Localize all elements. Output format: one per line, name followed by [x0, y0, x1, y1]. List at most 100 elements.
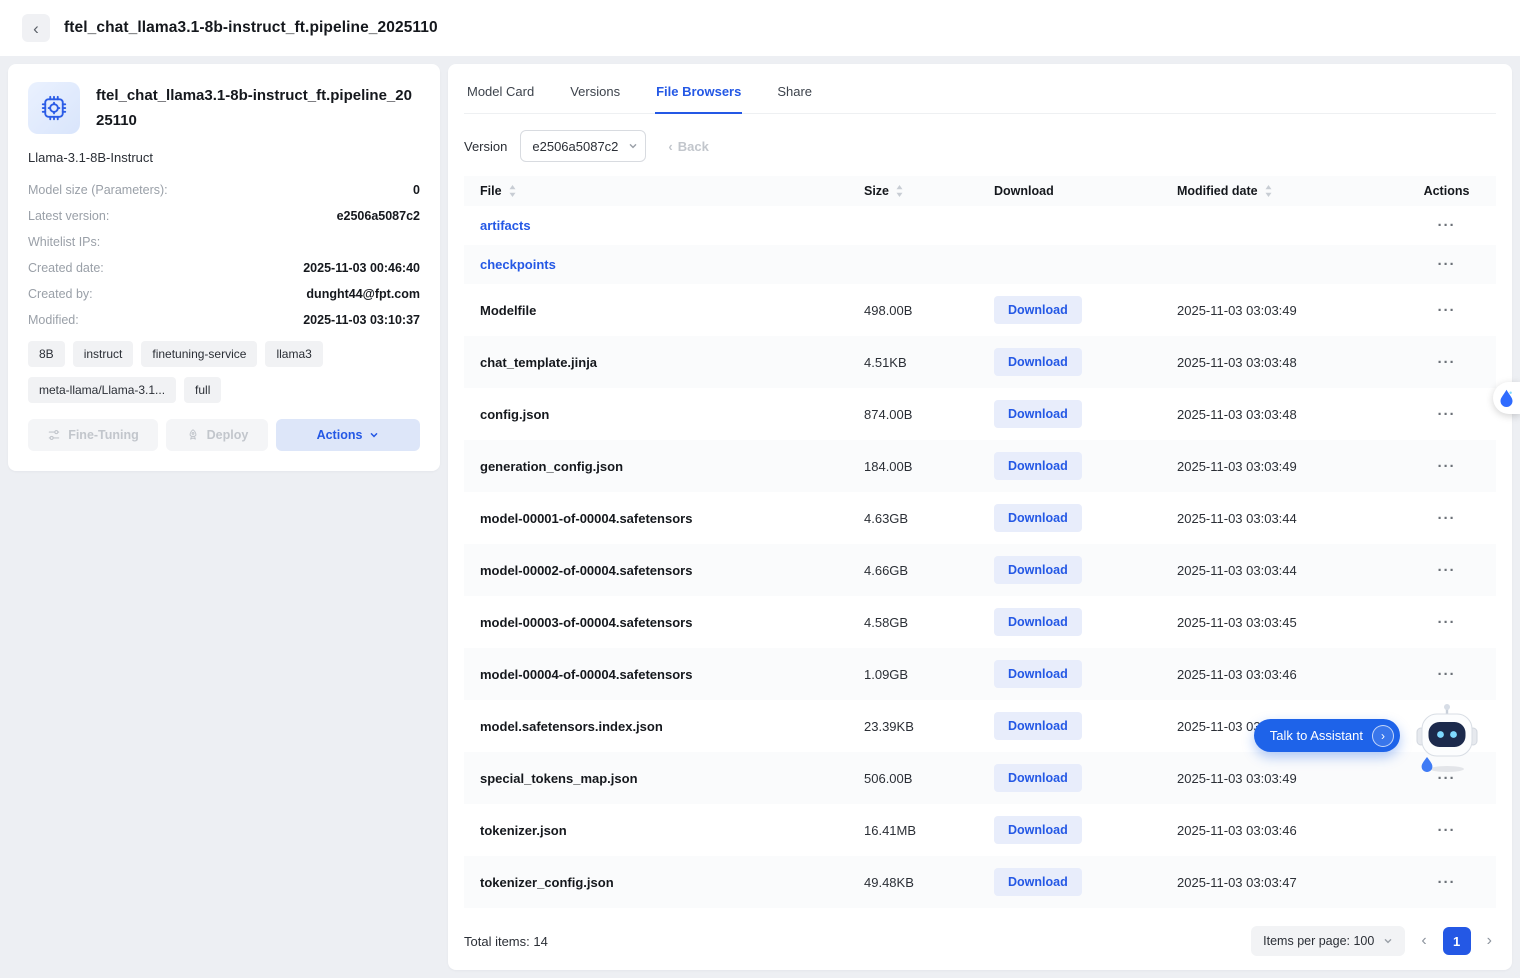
download-button[interactable]: Download [994, 348, 1082, 376]
column-header-modified-date[interactable]: Modified date [1161, 176, 1397, 206]
download-cell: Download [978, 752, 1161, 804]
column-header-size[interactable]: Size [848, 176, 978, 206]
download-cell [978, 206, 1161, 245]
version-select[interactable]: e2506a5087c2 [520, 130, 646, 162]
model-summary-card: ftel_chat_llama3.1-8b-instruct_ft.pipeli… [8, 64, 440, 471]
fine-tuning-button[interactable]: Fine-Tuning [28, 419, 158, 451]
download-button[interactable]: Download [994, 556, 1082, 584]
file-name: model-00004-of-00004.safetensors [480, 667, 692, 682]
file-table-head: FileSizeDownloadModified dateActions [464, 176, 1496, 206]
download-button[interactable]: Download [994, 296, 1082, 324]
download-cell: Download [978, 440, 1161, 492]
file-name: model.safetensors.index.json [480, 719, 663, 734]
tab-share[interactable]: Share [776, 82, 813, 113]
row-actions-button[interactable]: ··· [1438, 307, 1456, 315]
tab-model-card[interactable]: Model Card [466, 82, 535, 113]
file-table-body: artifacts···checkpoints···Modelfile498.0… [464, 206, 1496, 908]
modified-date-cell: 2025-11-03 03:03:49 [1161, 752, 1397, 804]
row-actions-button[interactable]: ··· [1438, 879, 1456, 887]
model-subtitle: Llama-3.1-8B-Instruct [28, 150, 420, 165]
download-button[interactable]: Download [994, 400, 1082, 428]
model-field-row: Latest version:e2506a5087c2 [28, 203, 420, 229]
row-actions-button[interactable]: ··· [1438, 222, 1456, 230]
page-1-button[interactable]: 1 [1443, 927, 1471, 955]
model-tags: 8Binstructfinetuning-servicellama3meta-l… [28, 341, 420, 403]
tab-file-browsers[interactable]: File Browsers [655, 82, 742, 113]
download-button[interactable]: Download [994, 868, 1082, 896]
modified-date-cell [1161, 245, 1397, 284]
column-header-inner: Modified date [1177, 184, 1273, 198]
row-actions-button[interactable]: ··· [1438, 827, 1456, 835]
actions-cell: ··· [1397, 284, 1496, 336]
talk-to-assistant-button[interactable]: Talk to Assistant › [1254, 719, 1400, 752]
model-field-row: Whitelist IPs: [28, 229, 420, 255]
version-select-value: e2506a5087c2 [532, 139, 618, 154]
modified-date-cell: 2025-11-03 03:03:46 [1161, 648, 1397, 700]
modified-date-cell: 2025-11-03 03:03:46 [1161, 804, 1397, 856]
column-header-file[interactable]: File [464, 176, 848, 206]
chevron-right-icon: › [1372, 725, 1394, 747]
download-button[interactable]: Download [994, 452, 1082, 480]
size-cell [848, 206, 978, 245]
folder-link[interactable]: artifacts [480, 218, 531, 233]
modified-date-cell: 2025-11-03 03:03:48 [1161, 388, 1397, 440]
actions-cell: ··· [1397, 388, 1496, 440]
download-cell: Download [978, 284, 1161, 336]
sort-icon [1264, 184, 1273, 198]
actions-button[interactable]: Actions [276, 419, 420, 451]
model-tag: finetuning-service [141, 341, 257, 367]
size-cell: 874.00B [848, 388, 978, 440]
edge-assistant-widget[interactable] [1493, 382, 1520, 414]
deploy-button[interactable]: Deploy [166, 419, 268, 451]
row-actions-button[interactable]: ··· [1438, 775, 1456, 783]
page-title: ftel_chat_llama3.1-8b-instruct_ft.pipeli… [64, 19, 438, 37]
row-actions-button[interactable]: ··· [1438, 359, 1456, 367]
download-button[interactable]: Download [994, 712, 1082, 740]
file-name: tokenizer_config.json [480, 875, 614, 890]
download-cell: Download [978, 700, 1161, 752]
row-actions-button[interactable]: ··· [1438, 463, 1456, 471]
download-button[interactable]: Download [994, 660, 1082, 688]
chevron-left-icon: ‹ [1421, 932, 1426, 949]
file-cell: model-00003-of-00004.safetensors [464, 596, 848, 648]
size-cell: 4.58GB [848, 596, 978, 648]
back-button[interactable]: ‹ [22, 14, 50, 42]
row-actions-button[interactable]: ··· [1438, 515, 1456, 523]
actions-cell: ··· [1397, 492, 1496, 544]
row-actions-button[interactable]: ··· [1438, 261, 1456, 269]
file-name: model-00003-of-00004.safetensors [480, 615, 692, 630]
model-tag: instruct [73, 341, 134, 367]
download-button[interactable]: Download [994, 816, 1082, 844]
row-actions-button[interactable]: ··· [1438, 411, 1456, 419]
items-per-page-select[interactable]: Items per page: 100 [1251, 926, 1405, 956]
download-button[interactable]: Download [994, 764, 1082, 792]
download-button[interactable]: Download [994, 504, 1082, 532]
model-fields: Model size (Parameters):0Latest version:… [28, 177, 420, 333]
actions-cell: ··· [1397, 648, 1496, 700]
file-name: tokenizer.json [480, 823, 567, 838]
assistant-robot-mascot[interactable] [1414, 700, 1480, 774]
file-cell: model-00001-of-00004.safetensors [464, 492, 848, 544]
table-row: model-00003-of-00004.safetensors 4.58GB Do… [464, 596, 1496, 648]
row-actions-button[interactable]: ··· [1438, 619, 1456, 627]
size-cell: 23.39KB [848, 700, 978, 752]
model-action-buttons: Fine-Tuning Deploy Actions [28, 419, 420, 451]
table-row: tokenizer.json16.41MBDownload2025-11-03 … [464, 804, 1496, 856]
table-row: chat_template.jinja4.51KBDownload2025-11… [464, 336, 1496, 388]
content-layout: ftel_chat_llama3.1-8b-instruct_ft.pipeli… [0, 56, 1520, 978]
download-cell: Download [978, 336, 1161, 388]
tab-versions[interactable]: Versions [569, 82, 621, 113]
download-cell: Download [978, 596, 1161, 648]
file-name: Modelfile [480, 303, 536, 318]
next-page-button[interactable]: › [1483, 930, 1496, 952]
folder-link[interactable]: checkpoints [480, 257, 556, 272]
prev-page-button[interactable]: ‹ [1417, 930, 1430, 952]
column-header-actions: Actions [1397, 176, 1496, 206]
field-value: 0 [413, 183, 420, 197]
download-button[interactable]: Download [994, 608, 1082, 636]
row-actions-button[interactable]: ··· [1438, 567, 1456, 575]
actions-cell: ··· [1397, 245, 1496, 284]
back-link[interactable]: ‹ Back [668, 139, 708, 154]
file-cell: tokenizer.json [464, 804, 848, 856]
row-actions-button[interactable]: ··· [1438, 671, 1456, 679]
